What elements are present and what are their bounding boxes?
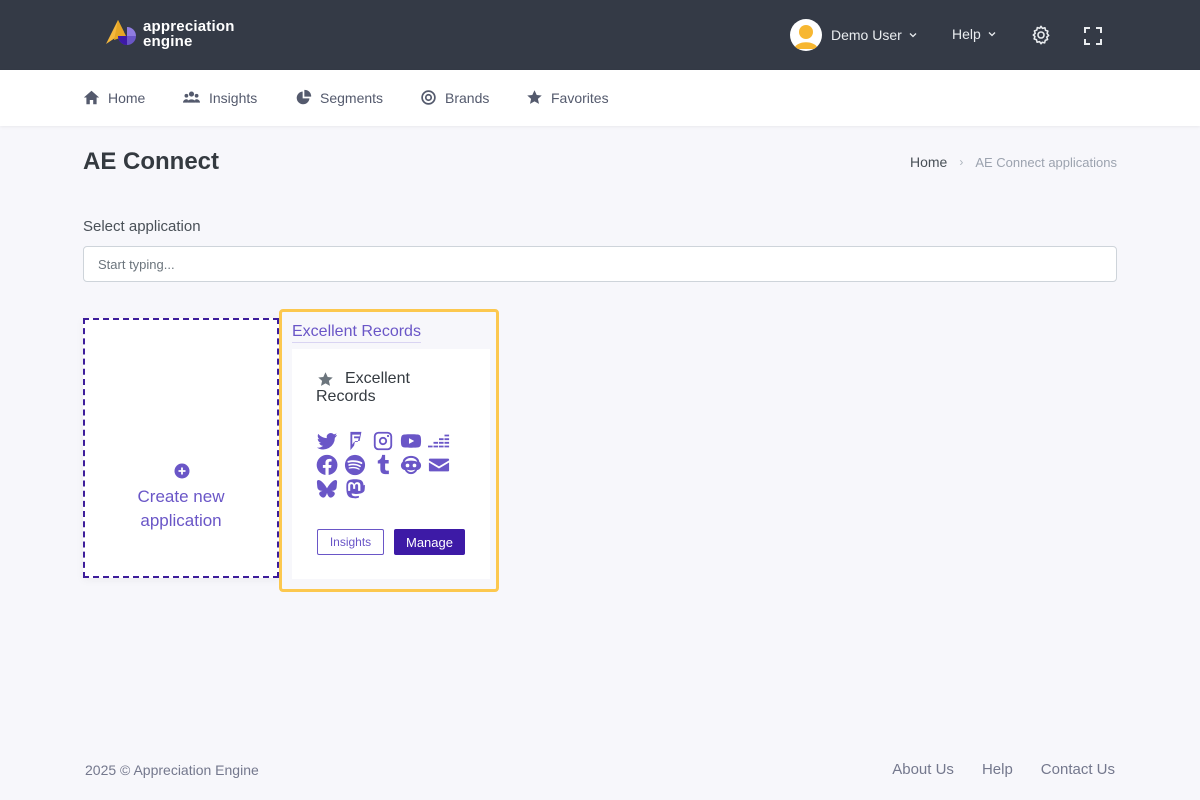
nav-label: Favorites	[551, 89, 609, 106]
help-menu[interactable]: Help	[952, 26, 997, 42]
footer-link-help[interactable]: Help	[982, 761, 1013, 778]
nav-label: Brands	[445, 89, 490, 106]
app-logo[interactable]: appreciation engine	[102, 18, 252, 54]
select-application-label: Select application	[83, 218, 201, 235]
chevron-down-icon	[988, 32, 996, 37]
footer-link-about[interactable]: About Us	[892, 761, 954, 778]
footer-copyright: 2025 © Appreciation Engine	[85, 762, 259, 778]
star-icon	[527, 90, 542, 104]
napster-icon	[400, 455, 422, 475]
user-avatar-icon	[791, 20, 821, 50]
target-icon	[421, 90, 436, 105]
plus-circle-icon	[174, 463, 190, 479]
user-name: Demo User	[831, 27, 902, 43]
bluesky-icon	[316, 480, 338, 498]
logo-text: appreciation engine	[143, 19, 235, 49]
application-title-link[interactable]: Excellent Records	[292, 323, 421, 343]
application-card: Excellent Records Excellent Records Insi…	[279, 309, 499, 592]
fullscreen-icon[interactable]	[1083, 26, 1103, 46]
avatar	[790, 19, 822, 51]
application-search-input[interactable]	[83, 246, 1117, 282]
youtube-icon	[400, 434, 422, 448]
insights-button[interactable]: Insights	[317, 529, 384, 555]
deezer-icon	[428, 434, 450, 448]
create-application-label: Create new application	[85, 485, 277, 533]
spotify-icon	[344, 454, 366, 476]
nav-item-insights[interactable]: Insights	[182, 89, 257, 106]
breadcrumb: Home › AE Connect applications	[910, 154, 1117, 170]
create-label-line2: application	[140, 511, 222, 530]
nav-label: Home	[108, 89, 146, 106]
breadcrumb-current: AE Connect applications	[975, 154, 1117, 170]
logo-mark-icon	[106, 20, 136, 45]
facebook-icon	[316, 454, 338, 475]
manage-button[interactable]: Manage	[394, 529, 465, 555]
users-icon	[183, 91, 200, 103]
create-application-card[interactable]: Create new application	[83, 318, 279, 578]
tumblr-icon	[377, 454, 389, 475]
nav-label: Segments	[320, 89, 384, 106]
footer-link-contact[interactable]: Contact Us	[1041, 761, 1115, 778]
create-label-line1: Create new	[137, 487, 225, 506]
chevron-down-icon	[909, 33, 917, 38]
application-card-body: Excellent Records Insights Manage	[292, 349, 490, 579]
user-menu[interactable]: Demo User	[790, 19, 918, 51]
main-nav: Home Insights Segments Brands Favorites	[0, 70, 1200, 126]
nav-item-segments[interactable]: Segments	[295, 89, 383, 106]
nav-label: Insights	[209, 89, 258, 106]
mastodon-icon	[346, 479, 365, 499]
email-icon	[428, 458, 450, 472]
top-bar: appreciation engine Demo User Help	[0, 0, 1200, 70]
service-icons	[316, 429, 466, 501]
home-icon	[83, 90, 100, 105]
breadcrumb-home[interactable]: Home	[910, 154, 947, 170]
foursquare-icon	[349, 431, 362, 451]
nav-item-favorites[interactable]: Favorites	[526, 89, 609, 106]
logo-line1: appreciation	[143, 18, 235, 35]
instagram-icon	[373, 431, 393, 451]
footer-links: About Us Help Contact Us	[864, 761, 1115, 778]
nav-item-brands[interactable]: Brands	[420, 89, 489, 106]
logo-line2: engine	[143, 33, 193, 50]
page-title: AE Connect	[83, 148, 220, 175]
breadcrumb-separator-icon: ›	[959, 155, 964, 169]
pie-chart-icon	[296, 89, 312, 105]
help-label: Help	[952, 26, 981, 42]
application-name: Excellent Records	[316, 370, 410, 405]
gear-icon[interactable]	[1030, 24, 1052, 46]
twitter-icon	[316, 433, 338, 450]
nav-item-home[interactable]: Home	[83, 89, 145, 106]
